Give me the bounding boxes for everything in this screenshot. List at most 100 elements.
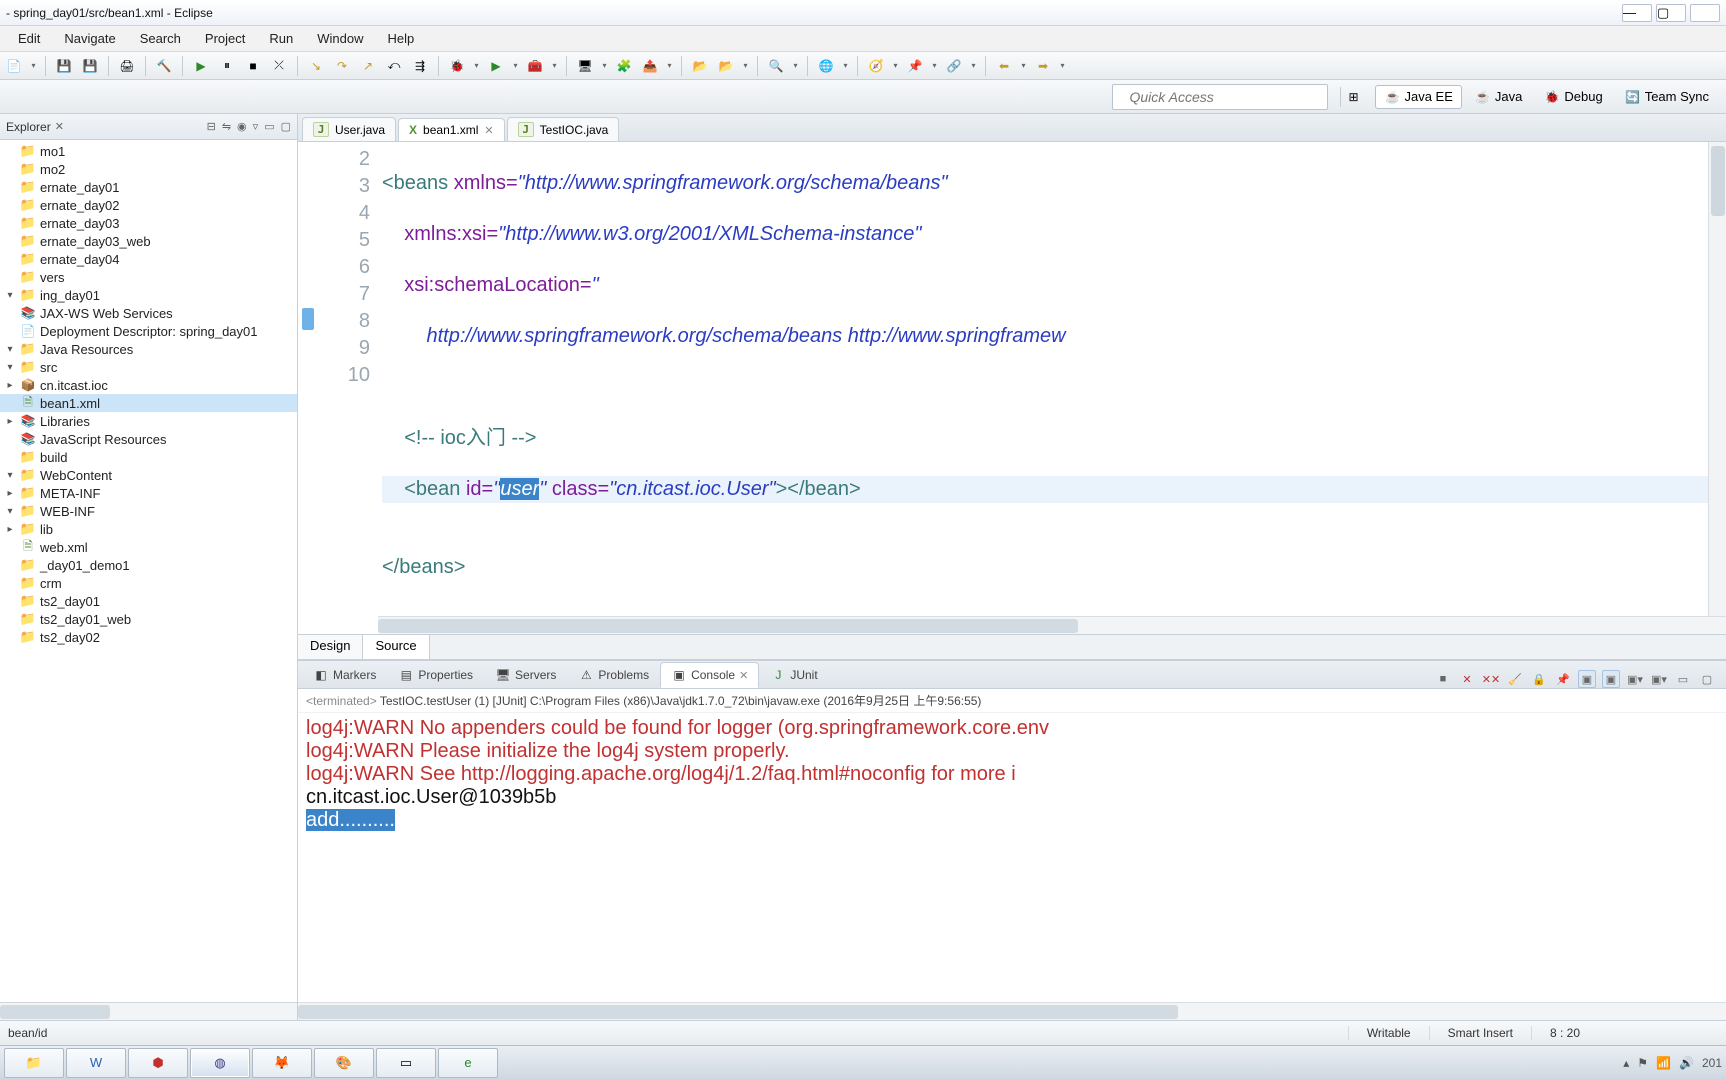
back-icon[interactable]: ⬅ bbox=[994, 56, 1014, 76]
tree-item[interactable]: _day01_demo1 bbox=[0, 556, 297, 574]
run-icon[interactable]: ▶ bbox=[486, 56, 506, 76]
open-task-dropdown[interactable]: ▾ bbox=[742, 56, 749, 76]
search-dropdown[interactable]: ▾ bbox=[792, 56, 799, 76]
console-hscrollbar[interactable] bbox=[298, 1002, 1726, 1020]
expander-icon[interactable] bbox=[4, 325, 16, 337]
maximize-view-icon[interactable]: ▢ bbox=[1698, 670, 1716, 688]
design-tab[interactable]: Design bbox=[298, 635, 363, 659]
debug-dropdown[interactable]: ▾ bbox=[473, 56, 480, 76]
tree-item[interactable]: ▸META-INF bbox=[0, 484, 297, 502]
taskbar-app1[interactable]: ⬢ bbox=[128, 1048, 188, 1078]
tree-item[interactable]: crm bbox=[0, 574, 297, 592]
expander-icon[interactable] bbox=[4, 613, 16, 625]
expander-icon[interactable] bbox=[4, 577, 16, 589]
tree-item[interactable]: ts2_day01 bbox=[0, 592, 297, 610]
forward-dropdown[interactable]: ▾ bbox=[1059, 56, 1066, 76]
pin-editor-icon[interactable]: 📌 bbox=[905, 56, 925, 76]
remove-all-icon[interactable]: ✕✕ bbox=[1482, 670, 1500, 688]
view-problems[interactable]: ⚠Problems bbox=[567, 662, 660, 688]
taskbar-ie[interactable]: e bbox=[438, 1048, 498, 1078]
expander-icon[interactable] bbox=[4, 451, 16, 463]
publish-icon[interactable]: 📤 bbox=[640, 56, 660, 76]
expander-icon[interactable]: ▾ bbox=[4, 289, 16, 301]
run-dropdown[interactable]: ▾ bbox=[512, 56, 519, 76]
expander-icon[interactable]: ▸ bbox=[4, 523, 16, 535]
display-selected-icon[interactable]: ▣ bbox=[1578, 670, 1596, 688]
editor-tab-testioc[interactable]: TestIOC.java bbox=[507, 117, 620, 141]
tree-item[interactable]: ▸Libraries bbox=[0, 412, 297, 430]
status-insert[interactable]: Smart Insert bbox=[1429, 1026, 1531, 1040]
tree-item[interactable]: JavaScript Resources bbox=[0, 430, 297, 448]
editor-hscrollbar[interactable] bbox=[378, 616, 1726, 634]
toggle-breadcrumb-icon[interactable]: 🧭 bbox=[866, 56, 886, 76]
expander-icon[interactable] bbox=[4, 253, 16, 265]
close-icon[interactable]: ✕ bbox=[484, 124, 493, 137]
tree-item[interactable]: vers bbox=[0, 268, 297, 286]
tree-item[interactable]: ernate_day03_web bbox=[0, 232, 297, 250]
tree-item[interactable]: Deployment Descriptor: spring_day01 bbox=[0, 322, 297, 340]
expander-icon[interactable] bbox=[4, 631, 16, 643]
perspective-debug[interactable]: 🐞Debug bbox=[1535, 85, 1611, 109]
debug-stop-icon[interactable]: ■ bbox=[243, 56, 263, 76]
expander-icon[interactable] bbox=[4, 397, 16, 409]
console-body[interactable]: log4j:WARN No appenders could be found f… bbox=[298, 713, 1726, 1002]
tree-item[interactable]: bean1.xml bbox=[0, 394, 297, 412]
debug-icon[interactable]: 🐞 bbox=[447, 56, 467, 76]
explorer-hscrollbar[interactable] bbox=[0, 1002, 297, 1020]
taskbar-firefox[interactable]: 🦊 bbox=[252, 1048, 312, 1078]
source-tab[interactable]: Source bbox=[363, 635, 429, 659]
remove-launch-icon[interactable]: ✕ bbox=[1458, 670, 1476, 688]
tray-volume-icon[interactable]: 🔊 bbox=[1679, 1056, 1694, 1070]
scrollbar-thumb[interactable] bbox=[378, 619, 1078, 633]
taskbar-eclipse[interactable]: ◍ bbox=[190, 1048, 250, 1078]
debug-pause-icon[interactable]: ⏸ bbox=[217, 56, 237, 76]
editor-tab-bean1[interactable]: Xbean1.xml✕ bbox=[398, 118, 505, 141]
expander-icon[interactable] bbox=[4, 199, 16, 211]
tray-network-icon[interactable]: 📶 bbox=[1656, 1056, 1671, 1070]
tree-item[interactable]: ▾Java Resources bbox=[0, 340, 297, 358]
menu-run[interactable]: Run bbox=[257, 29, 305, 48]
tree-item[interactable]: ▾WEB-INF bbox=[0, 502, 297, 520]
scrollbar-thumb[interactable] bbox=[0, 1005, 110, 1019]
expander-icon[interactable] bbox=[4, 559, 16, 571]
minimize-view-icon[interactable]: ▭ bbox=[1674, 670, 1692, 688]
tree-item[interactable]: ▾ing_day01 bbox=[0, 286, 297, 304]
show-console-icon[interactable]: ▣ bbox=[1602, 670, 1620, 688]
expander-icon[interactable] bbox=[4, 181, 16, 193]
tree-item[interactable]: ts2_day02 bbox=[0, 628, 297, 646]
taskbar-app2[interactable]: ▭ bbox=[376, 1048, 436, 1078]
server-dropdown[interactable]: ▾ bbox=[601, 56, 608, 76]
quick-access-input[interactable] bbox=[1112, 84, 1328, 110]
close-button[interactable] bbox=[1690, 4, 1720, 22]
new-dropdown[interactable]: ▾ bbox=[30, 56, 37, 76]
breadcrumb-dropdown[interactable]: ▾ bbox=[892, 56, 899, 76]
perspective-javaee[interactable]: ☕Java EE bbox=[1375, 85, 1461, 109]
tree-item[interactable]: JAX-WS Web Services bbox=[0, 304, 297, 322]
expander-icon[interactable]: ▾ bbox=[4, 343, 16, 355]
debug-disconnect-icon[interactable]: ⤫ bbox=[269, 56, 289, 76]
link-dropdown[interactable]: ▾ bbox=[970, 56, 977, 76]
expander-icon[interactable]: ▸ bbox=[4, 379, 16, 391]
open-type-icon[interactable]: 📂 bbox=[690, 56, 710, 76]
tree-item[interactable]: ▸lib bbox=[0, 520, 297, 538]
scroll-lock-icon[interactable]: 🔒 bbox=[1530, 670, 1548, 688]
print-icon[interactable]: 🖨 bbox=[117, 56, 137, 76]
search-icon[interactable]: 🔍 bbox=[766, 56, 786, 76]
project-tree[interactable]: mo1mo2ernate_day01ernate_day02ernate_day… bbox=[0, 140, 297, 1002]
step-filter-icon[interactable]: ⇶ bbox=[410, 56, 430, 76]
expander-icon[interactable]: ▾ bbox=[4, 361, 16, 373]
build-icon[interactable]: 🔨 bbox=[154, 56, 174, 76]
collapse-all-icon[interactable]: ⊟ bbox=[207, 120, 216, 133]
step-over-icon[interactable]: ↷ bbox=[332, 56, 352, 76]
tray-time[interactable]: 201 bbox=[1702, 1056, 1722, 1070]
editor-tab-user[interactable]: User.java bbox=[302, 117, 396, 141]
tree-item[interactable]: ernate_day02 bbox=[0, 196, 297, 214]
expander-icon[interactable] bbox=[4, 235, 16, 247]
tree-item[interactable]: mo2 bbox=[0, 160, 297, 178]
tree-item[interactable]: ernate_day04 bbox=[0, 250, 297, 268]
view-properties[interactable]: ▤Properties bbox=[387, 662, 484, 688]
taskbar-explorer[interactable]: 📁 bbox=[4, 1048, 64, 1078]
menu-navigate[interactable]: Navigate bbox=[52, 29, 127, 48]
taskbar-paint[interactable]: 🎨 bbox=[314, 1048, 374, 1078]
editor-vscrollbar[interactable] bbox=[1708, 142, 1726, 616]
